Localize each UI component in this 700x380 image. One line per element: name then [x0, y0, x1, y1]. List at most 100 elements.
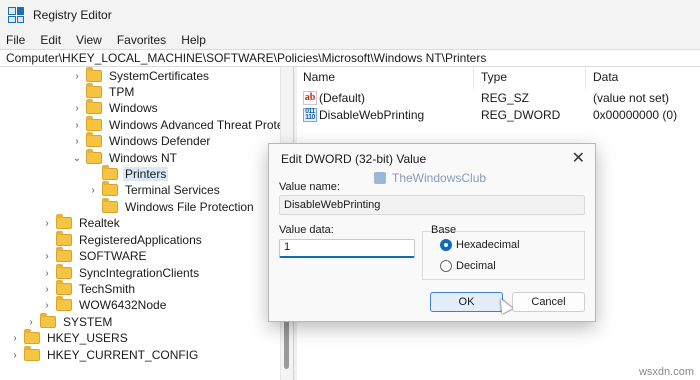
folder-icon — [86, 149, 102, 164]
folder-icon — [86, 67, 102, 82]
tree-item-system[interactable]: › SYSTEM — [26, 313, 114, 330]
chevron-right-icon[interactable]: › — [88, 185, 98, 196]
tree-item-label: Printers — [123, 167, 169, 181]
title-bar: Registry Editor — [0, 0, 700, 30]
base-label: Base — [431, 224, 457, 236]
column-divider[interactable] — [585, 67, 586, 89]
value-name-label: Value name: — [279, 181, 340, 193]
menu-view[interactable]: View — [76, 33, 102, 47]
string-value-icon: ab — [303, 91, 317, 105]
folder-icon — [24, 329, 40, 344]
radio-hexadecimal-label: Hexadecimal — [456, 239, 520, 251]
chevron-right-icon[interactable]: › — [42, 300, 52, 311]
list-row-default[interactable]: ab (Default) REG_SZ (value not set) — [297, 90, 700, 107]
folder-icon — [102, 165, 118, 180]
menu-edit[interactable]: Edit — [40, 33, 61, 47]
tree-item-label: WOW6432Node — [79, 298, 167, 312]
tree-item-label: HKEY_USERS — [47, 331, 128, 345]
folder-icon — [86, 83, 102, 98]
folder-icon — [56, 296, 72, 311]
tree-item-hkey-users[interactable]: › HKEY_USERS — [10, 329, 130, 346]
tree-item-windows-nt[interactable]: ⌄ Windows NT — [72, 149, 179, 166]
folder-icon — [56, 247, 72, 262]
tree-item-realtek[interactable]: › Realtek — [42, 214, 122, 231]
binary-value-icon: 011 110 — [303, 108, 317, 122]
tree-item-terminal-services[interactable]: › Terminal Services — [88, 181, 222, 198]
radio-selected-icon[interactable] — [440, 239, 452, 251]
tree-item-printers[interactable]: Printers — [88, 165, 169, 182]
column-header-type[interactable]: Type — [481, 70, 507, 84]
folder-icon — [56, 214, 72, 229]
cancel-button[interactable]: Cancel — [512, 292, 585, 312]
column-header-data[interactable]: Data — [593, 70, 618, 84]
value-type: REG_SZ — [481, 91, 530, 105]
chevron-right-icon[interactable]: › — [72, 103, 82, 114]
dialog-title: Edit DWORD (32-bit) Value — [281, 152, 427, 166]
chevron-right-icon[interactable]: › — [42, 218, 52, 229]
menu-help[interactable]: Help — [181, 33, 206, 47]
value-name: (Default) — [319, 91, 366, 105]
list-row-disablewebprinting[interactable]: 011 110 DisableWebPrinting REG_DWORD 0x00… — [297, 107, 700, 124]
folder-icon — [40, 313, 56, 328]
value-type: REG_DWORD — [481, 108, 561, 122]
value-name-field: DisableWebPrinting — [279, 195, 585, 215]
watermark-text: TheWindowsClub — [392, 171, 487, 185]
menu-favorites[interactable]: Favorites — [117, 33, 166, 47]
tree-item-label: TechSmith — [79, 282, 136, 296]
tree-item-syncintegrationclients[interactable]: › SyncIntegrationClients — [42, 264, 201, 281]
tree-item-label: Windows Defender — [109, 134, 211, 148]
chevron-right-icon[interactable]: › — [42, 251, 52, 262]
tree-item-windows-file-protection[interactable]: Windows File Protection — [88, 198, 256, 215]
chevron-right-icon[interactable]: › — [42, 268, 52, 279]
tree-item-systemcertificates[interactable]: › SystemCertificates — [72, 67, 211, 84]
column-divider[interactable] — [473, 67, 474, 89]
tree-item-label: Windows Advanced Threat Protectio — [109, 118, 293, 132]
close-icon[interactable]: ✕ — [572, 148, 585, 168]
tree-item-tpm[interactable]: TPM — [72, 83, 136, 100]
value-data-label: Value data: — [279, 224, 334, 236]
radio-hexadecimal[interactable]: Hexadecimal — [440, 239, 520, 251]
tree-item-windows[interactable]: › Windows — [72, 99, 160, 116]
watermark: TheWindowsClub — [374, 171, 486, 185]
menu-file[interactable]: File — [6, 33, 25, 47]
radio-unselected-icon[interactable] — [440, 260, 452, 272]
tree-item-label: Windows NT — [109, 151, 178, 165]
tree-scrollbar-thumb[interactable] — [284, 319, 289, 369]
watermark-logo-icon — [374, 172, 386, 184]
tree-item-registeredapplications[interactable]: RegisteredApplications — [42, 231, 204, 248]
tree-item-label: SOFTWARE — [79, 249, 147, 263]
address-bar[interactable]: Computer\HKEY_LOCAL_MACHINE\SOFTWARE\Pol… — [0, 49, 700, 67]
chevron-right-icon[interactable]: › — [72, 71, 82, 82]
tree-item-label: SyncIntegrationClients — [79, 266, 200, 280]
folder-icon — [102, 198, 118, 213]
folder-icon — [56, 264, 72, 279]
value-data: 0x00000000 (0) — [593, 108, 678, 122]
chevron-right-icon[interactable]: › — [10, 350, 20, 361]
tree-item-wow6432node[interactable]: › WOW6432Node — [42, 296, 168, 313]
tree-item-hkey-current-config[interactable]: › HKEY_CURRENT_CONFIG — [10, 346, 200, 363]
tree-item-windows-advanced-threat-protection[interactable]: › Windows Advanced Threat Protectio — [72, 116, 293, 133]
list-header: Name Type Data — [297, 67, 700, 89]
chevron-right-icon[interactable]: › — [10, 333, 20, 344]
chevron-right-icon[interactable]: › — [26, 317, 36, 328]
tree-item-software[interactable]: › SOFTWARE — [42, 247, 149, 264]
tree-item-label: RegisteredApplications — [79, 233, 202, 247]
ok-button[interactable]: OK — [430, 292, 503, 312]
chevron-down-icon[interactable]: ⌄ — [72, 153, 82, 164]
tree-item-label: SYSTEM — [63, 315, 113, 329]
window-title: Registry Editor — [33, 8, 112, 22]
edit-dword-dialog: Edit DWORD (32-bit) Value ✕ Value name: … — [268, 143, 596, 322]
column-header-name[interactable]: Name — [303, 70, 335, 84]
chevron-right-icon[interactable]: › — [72, 136, 82, 147]
radio-decimal[interactable]: Decimal — [440, 260, 496, 272]
folder-icon — [56, 280, 72, 295]
chevron-right-icon[interactable]: › — [42, 284, 52, 295]
tree-item-label: TPM — [109, 85, 135, 99]
folder-icon — [56, 231, 72, 246]
value-name: DisableWebPrinting — [319, 108, 425, 122]
tree-item-label: SystemCertificates — [109, 69, 210, 83]
value-data-input[interactable]: 1 — [279, 239, 415, 258]
tree-item-windows-defender[interactable]: › Windows Defender — [72, 132, 212, 149]
tree-item-techsmith[interactable]: › TechSmith — [42, 280, 137, 297]
chevron-right-icon[interactable]: › — [72, 120, 82, 131]
